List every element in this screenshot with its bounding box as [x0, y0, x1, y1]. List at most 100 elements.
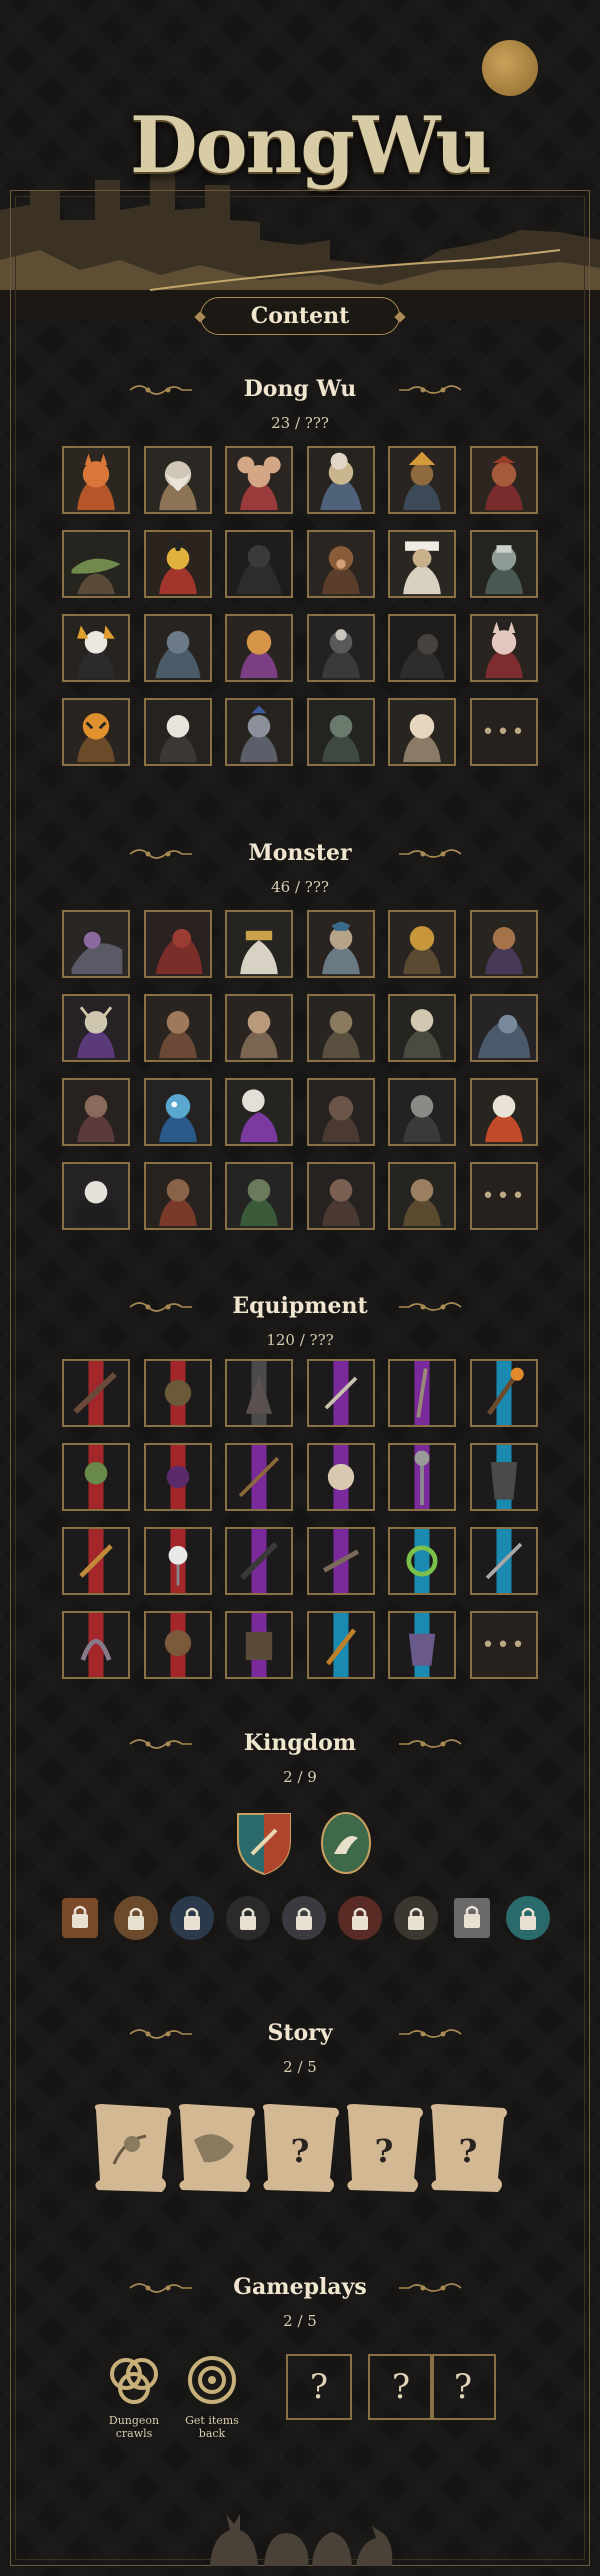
character-tile[interactable]	[388, 530, 457, 598]
character-tile[interactable]	[62, 446, 130, 514]
gameplay-dungeon-crawls[interactable]: Dungeon crawls	[100, 2352, 168, 2440]
equipment-tile[interactable]	[143, 1359, 212, 1427]
more-tile[interactable]: •••	[469, 1611, 538, 1679]
equipment-tile[interactable]	[388, 1443, 457, 1511]
character-tile[interactable]	[388, 446, 457, 514]
character-tile[interactable]	[143, 446, 212, 514]
equipment-tile[interactable]	[62, 1443, 130, 1511]
locked-gameplay-tile[interactable]: ?	[430, 2354, 496, 2420]
character-tile[interactable]	[306, 446, 375, 514]
character-tile[interactable]	[469, 614, 538, 682]
equipment-tile[interactable]	[388, 1527, 457, 1595]
equipment-tile[interactable]	[388, 1359, 457, 1427]
equipment-tile[interactable]	[225, 1611, 294, 1679]
monster-tile[interactable]	[306, 1078, 375, 1146]
equipment-tile[interactable]	[469, 1443, 538, 1511]
equipment-tile[interactable]	[388, 1611, 457, 1679]
section-title: Equipment	[232, 1293, 368, 1319]
section-count: 2 / 9	[283, 1768, 317, 1786]
lock-seal-icon[interactable]	[390, 1892, 442, 1944]
monster-tile[interactable]	[62, 994, 130, 1062]
equipment-tile[interactable]	[469, 1527, 538, 1595]
section-story: Story 2 / 5 ? ? ?	[0, 2020, 600, 2192]
scroll-icon[interactable]: ?	[426, 2100, 510, 2196]
character-tile[interactable]	[388, 614, 457, 682]
character-tile[interactable]	[306, 530, 375, 598]
scroll-icon[interactable]: ?	[258, 2100, 342, 2196]
triple-ring-icon	[110, 2358, 158, 2404]
monster-tile[interactable]	[143, 1162, 212, 1230]
more-tile[interactable]: •••	[469, 1162, 538, 1230]
equipment-tile[interactable]	[306, 1611, 375, 1679]
logo-text: DongWu	[130, 100, 492, 191]
monster-tile[interactable]	[143, 994, 212, 1062]
scroll-icon[interactable]: ?	[342, 2100, 426, 2196]
equipment-tile[interactable]	[306, 1527, 375, 1595]
gameplay-get-items-back[interactable]: Get items back	[178, 2352, 246, 2440]
scroll-icon[interactable]	[174, 2100, 258, 2196]
monster-tile[interactable]	[306, 1162, 375, 1230]
lock-seal-icon[interactable]	[222, 1892, 274, 1944]
character-tile[interactable]	[143, 614, 212, 682]
monster-tile[interactable]	[143, 1078, 212, 1146]
character-tile[interactable]	[225, 530, 294, 598]
locked-gameplay-tile[interactable]: ?	[286, 2354, 352, 2420]
monster-tile[interactable]	[225, 910, 294, 978]
equipment-tile[interactable]	[62, 1611, 130, 1679]
character-tile[interactable]	[306, 698, 375, 766]
monster-tile[interactable]	[306, 910, 375, 978]
equipment-tile[interactable]	[143, 1611, 212, 1679]
lock-seal-icon[interactable]	[110, 1892, 162, 1944]
locked-gameplay-tile[interactable]: ?	[368, 2354, 434, 2420]
section-equipment: Equipment 120 / ??? •••	[0, 1293, 600, 1679]
equipment-tile[interactable]	[62, 1527, 130, 1595]
character-tile[interactable]	[225, 698, 294, 766]
lock-seal-icon[interactable]	[502, 1892, 554, 1944]
monster-tile[interactable]	[388, 910, 457, 978]
lock-seal-icon[interactable]	[278, 1892, 330, 1944]
section-kingdom: Kingdom 2 / 9	[0, 1730, 600, 1940]
monster-tile[interactable]	[388, 1162, 457, 1230]
equipment-tile[interactable]	[225, 1359, 294, 1427]
monster-tile[interactable]	[388, 1078, 457, 1146]
monster-tile[interactable]	[469, 1078, 538, 1146]
monster-tile[interactable]	[469, 994, 538, 1062]
lock-seal-icon[interactable]	[334, 1892, 386, 1944]
character-tile[interactable]	[143, 530, 212, 598]
equipment-tile[interactable]	[62, 1359, 130, 1427]
lock-seal-icon[interactable]	[166, 1892, 218, 1944]
character-tile[interactable]	[143, 698, 212, 766]
monster-tile[interactable]	[62, 1162, 130, 1230]
monster-tile[interactable]	[469, 910, 538, 978]
character-tile[interactable]	[388, 698, 457, 766]
character-tile[interactable]	[469, 446, 538, 514]
monster-tile[interactable]	[306, 994, 375, 1062]
scroll-icon[interactable]	[90, 2100, 174, 2196]
monster-tile[interactable]	[388, 994, 457, 1062]
lock-seal-icon[interactable]	[54, 1892, 106, 1944]
equipment-tile[interactable]	[143, 1443, 212, 1511]
character-tile[interactable]	[225, 446, 294, 514]
equipment-tile[interactable]	[306, 1359, 375, 1427]
lock-seal-icon[interactable]	[446, 1892, 498, 1944]
character-tile[interactable]	[62, 530, 130, 598]
monster-tile[interactable]	[143, 910, 212, 978]
equipment-tile[interactable]	[225, 1443, 294, 1511]
equipment-tile[interactable]	[225, 1527, 294, 1595]
monster-tile[interactable]	[62, 910, 130, 978]
character-tile[interactable]	[225, 614, 294, 682]
monster-tile[interactable]	[62, 1078, 130, 1146]
monster-tile[interactable]	[225, 1162, 294, 1230]
character-tile[interactable]	[469, 530, 538, 598]
shield-icon[interactable]	[234, 1810, 294, 1876]
character-tile[interactable]	[62, 614, 130, 682]
character-tile[interactable]	[306, 614, 375, 682]
equipment-tile[interactable]	[306, 1443, 375, 1511]
character-tile[interactable]	[62, 698, 130, 766]
more-tile[interactable]: •••	[469, 698, 538, 766]
equipment-tile[interactable]	[469, 1359, 538, 1427]
shield-icon[interactable]	[316, 1810, 376, 1876]
monster-tile[interactable]	[225, 994, 294, 1062]
monster-tile[interactable]	[225, 1078, 294, 1146]
equipment-tile[interactable]	[143, 1527, 212, 1595]
